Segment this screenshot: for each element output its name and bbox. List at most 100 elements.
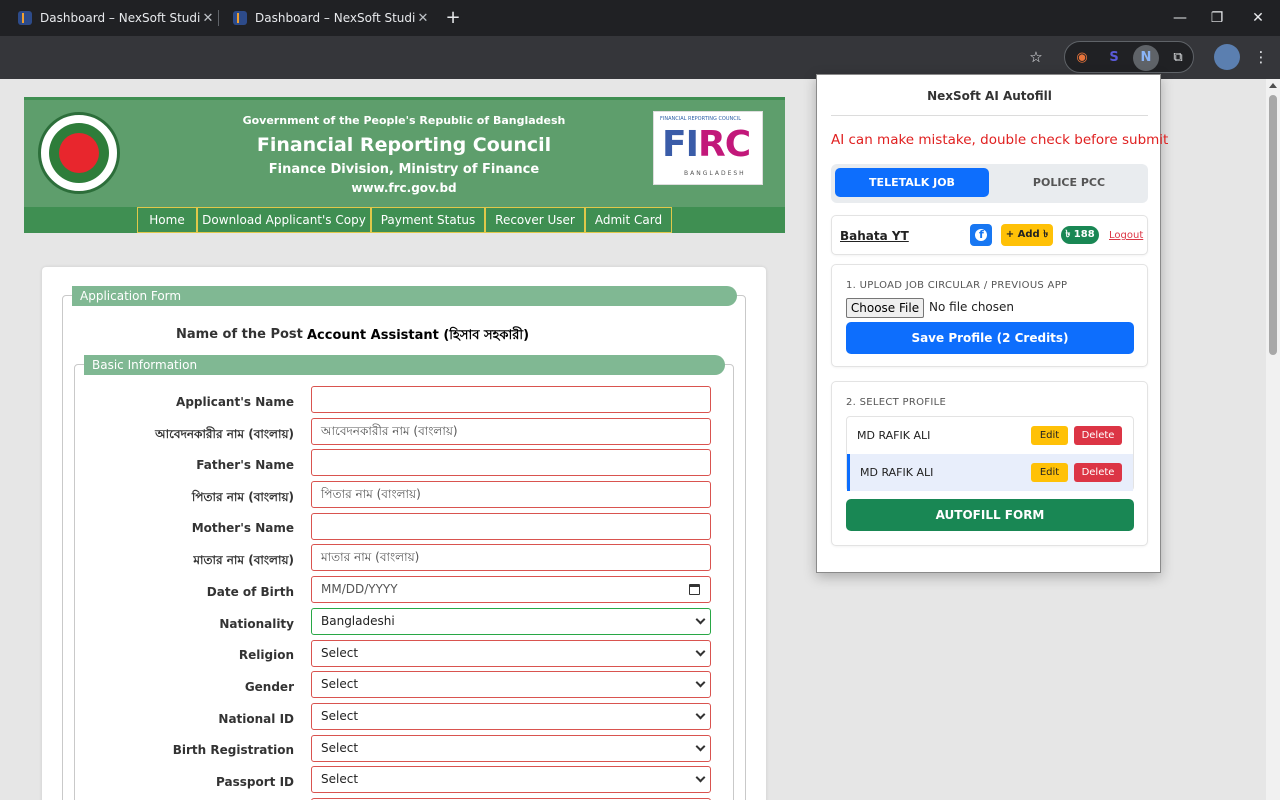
extensions-icon[interactable]: ⧉: [1165, 45, 1191, 71]
close-window-icon[interactable]: ✕: [1246, 6, 1270, 30]
profile-icon[interactable]: [1214, 44, 1240, 70]
nationality-label: Nationality: [219, 617, 294, 631]
logo-fi: FI: [662, 124, 699, 165]
gender-label: Gender: [244, 680, 294, 694]
extension-2-icon[interactable]: S: [1101, 45, 1127, 71]
logo-small-text: FINANCIAL REPORTING COUNCIL: [660, 116, 742, 122]
nav-download-copy[interactable]: Download Applicant's Copy: [197, 207, 371, 233]
close-tab-icon[interactable]: ✕: [415, 11, 431, 26]
nationality-value: Bangladeshi: [321, 614, 395, 628]
browser-toolbar: ☆ ◉ S N ⧉ ⋮: [0, 36, 1280, 79]
logo-big-text: FIRC: [662, 124, 751, 165]
national-id-select[interactable]: Select: [311, 703, 711, 730]
autofill-form-button[interactable]: AUTOFILL FORM: [846, 499, 1134, 531]
father-name-input[interactable]: [311, 449, 711, 476]
mother-name-input[interactable]: [311, 513, 711, 540]
browser-tab-2[interactable]: Dashboard – NexSoft Studio ✕: [215, 0, 431, 36]
nationality-select[interactable]: Bangladeshi: [311, 608, 711, 635]
profile-list: MD RAFIK ALI Edit Delete MD RAFIK ALI Ed…: [846, 416, 1134, 491]
site-nav: Home Download Applicant's Copy Payment S…: [24, 207, 785, 233]
nav-payment-status[interactable]: Payment Status: [371, 207, 485, 233]
mother-name-label: Mother's Name: [191, 521, 294, 535]
dob-input[interactable]: MM/DD/YYYY: [311, 576, 711, 603]
logout-link[interactable]: Logout: [1109, 230, 1143, 241]
scroll-up-icon[interactable]: [1269, 83, 1277, 88]
religion-select[interactable]: Select: [311, 640, 711, 667]
restore-window-icon[interactable]: ❐: [1205, 6, 1229, 30]
browser-tab-1[interactable]: Dashboard – NexSoft Studio ✕: [0, 0, 216, 36]
logo-rc: RC: [698, 124, 751, 165]
header-ministry-title: Finance Division, Ministry of Finance: [268, 162, 540, 177]
chevron-down-icon: [695, 614, 706, 625]
minimize-window-icon[interactable]: —: [1168, 6, 1192, 30]
father-name-bn-input[interactable]: পিতার নাম (বাংলায়): [311, 481, 711, 508]
dob-placeholder: MM/DD/YYYY: [321, 582, 398, 596]
choose-file-button[interactable]: Choose File: [846, 298, 924, 318]
popup-divider: [831, 115, 1148, 116]
user-name[interactable]: Bahata YT: [840, 229, 909, 243]
nav-recover-user[interactable]: Recover User: [485, 207, 585, 233]
applicant-name-input[interactable]: [311, 386, 711, 413]
new-tab-button[interactable]: +: [444, 6, 462, 30]
tab-title: Dashboard – NexSoft Studio: [40, 11, 200, 25]
passport-id-label: Passport ID: [216, 775, 294, 789]
nav-admit-card[interactable]: Admit Card: [585, 207, 672, 233]
star-icon[interactable]: ☆: [1023, 44, 1049, 70]
tab-teletalk-job[interactable]: TELETALK JOB: [835, 168, 989, 197]
frc-logo: FINANCIAL REPORTING COUNCIL FIRC BANGLAD…: [653, 111, 763, 185]
dob-label: Date of Birth: [206, 585, 294, 599]
tab-title: Dashboard – NexSoft Studio: [255, 11, 415, 25]
profile-item[interactable]: MD RAFIK ALI Edit Delete: [847, 417, 1133, 454]
birth-registration-select[interactable]: Select: [311, 735, 711, 762]
edit-profile-button[interactable]: Edit: [1031, 426, 1068, 445]
edit-profile-button[interactable]: Edit: [1031, 463, 1068, 482]
address-bar[interactable]: [10, 42, 1050, 72]
birth-registration-value: Select: [321, 741, 359, 755]
save-profile-button[interactable]: Save Profile (2 Credits): [846, 322, 1134, 354]
facebook-icon[interactable]: f: [970, 224, 992, 246]
chevron-down-icon: [695, 709, 706, 720]
popup-title: NexSoft AI Autofill: [927, 89, 1052, 103]
emblem-disk: [59, 133, 99, 173]
menu-icon[interactable]: ⋮: [1248, 44, 1274, 70]
nav-home[interactable]: Home: [137, 207, 197, 233]
file-status: No file chosen: [929, 300, 1015, 314]
father-name-bn-label: পিতার নাম (বাংলায়): [191, 490, 294, 504]
user-card: Bahata YT f + Add ৳ ৳ 188 Logout: [831, 215, 1148, 255]
tab-police-pcc[interactable]: POLICE PCC: [993, 168, 1145, 197]
scrollbar-thumb[interactable]: [1269, 95, 1277, 355]
nexsoft-extension-icon[interactable]: N: [1133, 45, 1159, 71]
frc-site: Government of the People's Republic of B…: [24, 97, 785, 800]
chevron-down-icon: [695, 677, 706, 688]
site-header: Government of the People's Republic of B…: [24, 97, 785, 207]
passport-id-select[interactable]: Select: [311, 766, 711, 793]
calendar-icon[interactable]: [689, 584, 700, 595]
gender-select[interactable]: Select: [311, 671, 711, 698]
religion-label: Religion: [238, 648, 294, 662]
applicant-name-bn-label: আবেদনকারীর নাম (বাংলায়): [155, 427, 294, 441]
application-form-legend: Application Form: [72, 286, 737, 306]
religion-value: Select: [321, 646, 359, 660]
delete-profile-button[interactable]: Delete: [1074, 426, 1122, 445]
popup-tabs: TELETALK JOB POLICE PCC: [831, 164, 1148, 203]
chevron-down-icon: [695, 741, 706, 752]
profile-name: MD RAFIK ALI: [857, 429, 931, 442]
profile-item-selected[interactable]: MD RAFIK ALI Edit Delete: [847, 454, 1133, 491]
delete-profile-button[interactable]: Delete: [1074, 463, 1122, 482]
add-credit-button[interactable]: + Add ৳: [1001, 224, 1053, 246]
upload-section-title: 1. UPLOAD JOB CIRCULAR / PREVIOUS APP: [846, 280, 1068, 291]
mother-name-bn-input[interactable]: মাতার নাম (বাংলায়): [311, 544, 711, 571]
basic-info-legend: Basic Information: [84, 355, 725, 375]
header-website: www.frc.gov.bd: [351, 181, 457, 195]
extension-1-icon[interactable]: ◉: [1069, 45, 1095, 71]
profile-card: 2. SELECT PROFILE MD RAFIK ALI Edit Dele…: [831, 381, 1148, 546]
popup-warning: AI can make mistake, double check before…: [831, 132, 1169, 148]
header-council-title: Financial Reporting Council: [256, 134, 552, 156]
page-scrollbar[interactable]: [1266, 79, 1280, 800]
father-name-label: Father's Name: [196, 458, 294, 472]
close-tab-icon[interactable]: ✕: [200, 11, 216, 26]
logo-sub-text: BANGLADESH: [684, 170, 746, 177]
chevron-down-icon: [695, 772, 706, 783]
applicant-name-bn-input[interactable]: আবেদনকারীর নাম (বাংলায়): [311, 418, 711, 445]
gender-value: Select: [321, 677, 359, 691]
